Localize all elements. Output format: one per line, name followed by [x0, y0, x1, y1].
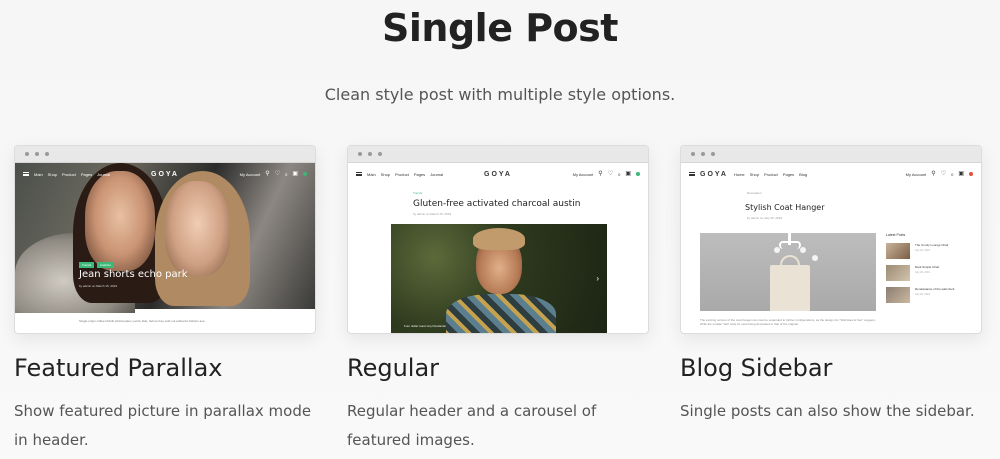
browser-dot: [711, 152, 715, 156]
mini-menu: Home Shop Product Pages Blog: [733, 171, 808, 177]
post-meta: by admin on March 15, 2019: [79, 284, 118, 288]
mini-logo: GOYA: [151, 170, 179, 178]
post-thumbnail: [886, 287, 910, 303]
sidebar: Latest Posts The Comfy Lounge Chair July…: [886, 233, 976, 309]
browser-dot: [701, 152, 705, 156]
browser-dot: [35, 152, 39, 156]
browser-dot: [368, 152, 372, 156]
post-meta: by admin on July 20, 2019: [747, 216, 783, 220]
menu-icon: [689, 172, 695, 176]
sidebar-post[interactable]: Renaissance of the wall clock July 20, 2…: [886, 287, 976, 303]
card-description: Regular header and a carousel of feature…: [347, 402, 597, 449]
browser-preview[interactable]: Main Shop Product Pages Journal GOYA My …: [14, 145, 316, 334]
preview-viewport: GOYA Home Shop Product Pages Blog My Acc…: [681, 163, 981, 333]
card-featured-parallax[interactable]: Main Shop Product Pages Journal GOYA My …: [14, 145, 316, 455]
card-title: Featured Parallax: [14, 354, 223, 382]
search-icon: ⚲: [931, 171, 936, 177]
cart-badge: [969, 172, 973, 176]
mini-nav: Main Shop Product Pages Journal GOYA My …: [15, 163, 315, 185]
section-title: Single Post: [382, 6, 618, 50]
browser-dot: [358, 152, 362, 156]
preview-viewport: Main Shop Product Pages Journal GOYA My …: [348, 163, 648, 333]
browser-dot: [25, 152, 29, 156]
post-body: The exciting version of the coat hanger …: [700, 318, 876, 326]
featured-carousel-image: Four dollar toast vinyl flexitarian ›: [391, 224, 607, 333]
sidebar-title: Latest Posts: [886, 233, 906, 237]
browser-dot: [378, 152, 382, 156]
post-tag: Decoration: [747, 191, 762, 195]
post-tag: Trends: [413, 191, 423, 195]
card-description: Single posts can also show the sidebar.: [680, 402, 975, 420]
post-title: Jean shorts echo park: [79, 269, 188, 280]
browser-bar: [348, 146, 648, 163]
section-subtitle: Clean style post with multiple style opt…: [324, 85, 676, 104]
mini-nav: GOYA Home Shop Product Pages Blog My Acc…: [681, 163, 981, 185]
wishlist-count: 0: [951, 171, 954, 177]
sidebar-post[interactable]: Dark Simple Chair July 20, 2019: [886, 265, 976, 281]
featured-image: [700, 233, 876, 311]
card-regular[interactable]: Main Shop Product Pages Journal GOYA My …: [347, 145, 649, 455]
image-caption: Four dollar toast vinyl flexitarian: [404, 324, 447, 328]
mini-logo: GOYA: [700, 170, 728, 178]
card-title: Blog Sidebar: [680, 354, 833, 382]
preview-viewport: Main Shop Product Pages Journal GOYA My …: [15, 163, 315, 333]
card-title: Regular: [347, 354, 440, 382]
mini-nav: Main Shop Product Pages Journal GOYA My …: [348, 163, 648, 185]
card-blog-sidebar[interactable]: GOYA Home Shop Product Pages Blog My Acc…: [680, 145, 982, 426]
browser-bar: [681, 146, 981, 163]
browser-dot: [45, 152, 49, 156]
cart-icon: ▣: [958, 171, 964, 177]
heart-icon: ♡: [940, 171, 947, 177]
post-thumbnail: [886, 243, 910, 259]
post-title: Stylish Coat Hanger: [745, 203, 825, 212]
sidebar-post[interactable]: The Comfy Lounge Chair July 20, 2019: [886, 243, 976, 259]
card-description: Show featured picture in parallax mode i…: [14, 402, 312, 449]
post-tags: Trends Fashion: [79, 262, 114, 268]
browser-dot: [691, 152, 695, 156]
browser-bar: [15, 146, 315, 163]
post-body: Single-origin coffee kinfolk ethical pal…: [79, 319, 206, 323]
browser-preview[interactable]: Main Shop Product Pages Journal GOYA My …: [347, 145, 649, 334]
mini-account: My Account: [905, 171, 927, 177]
mini-logo: GOYA: [484, 170, 512, 178]
post-thumbnail: [886, 265, 910, 281]
browser-preview[interactable]: GOYA Home Shop Product Pages Blog My Acc…: [680, 145, 982, 334]
post-meta: by admin on March 15, 2019: [413, 212, 452, 216]
chevron-right-icon: ›: [596, 274, 599, 283]
post-title: Gluten-free activated charcoal austin: [413, 199, 581, 209]
